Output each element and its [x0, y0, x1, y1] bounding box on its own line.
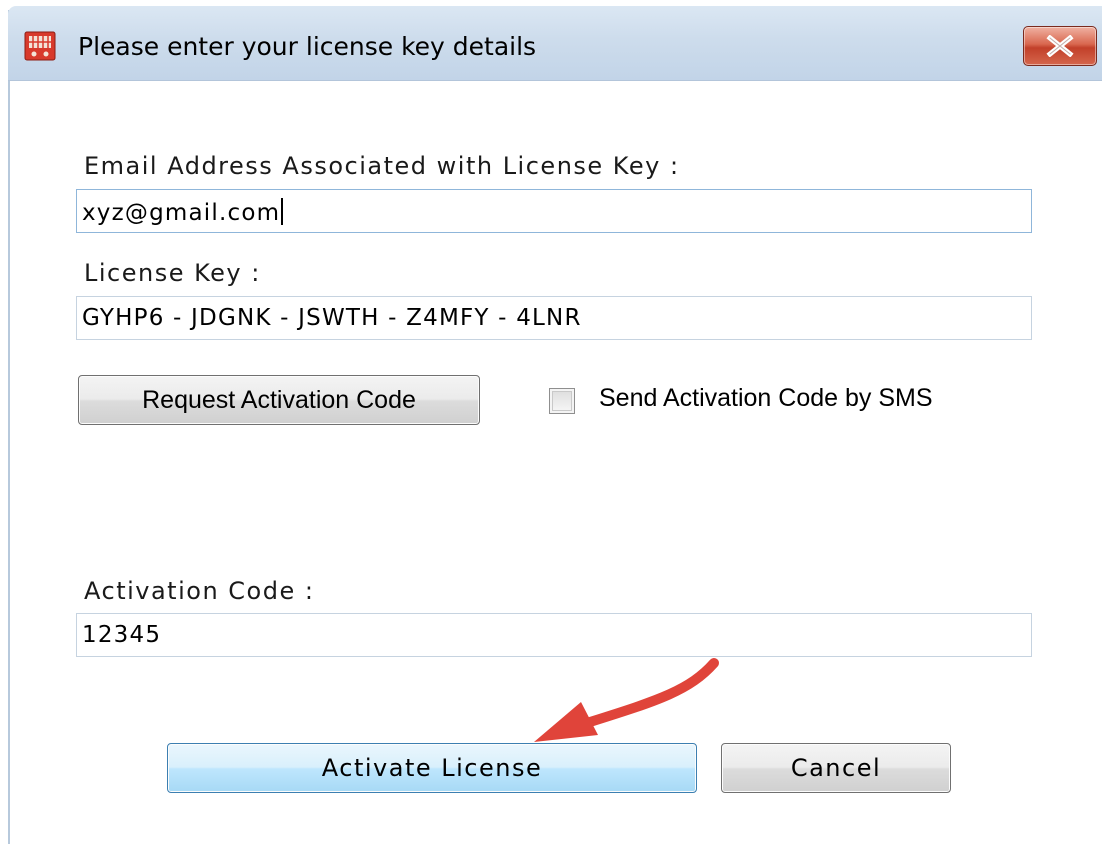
close-icon — [1046, 35, 1074, 57]
license-key-field[interactable]: GYHP6 - JDGNK - JSWTH - Z4MFY - 4LNR — [76, 296, 1032, 340]
title-bar[interactable]: Please enter your license key details — [8, 6, 1102, 81]
email-field[interactable]: xyz@gmail.com — [76, 189, 1032, 233]
dialog-title: Please enter your license key details — [78, 32, 537, 61]
activate-license-button[interactable]: Activate License — [167, 743, 697, 793]
sms-checkbox[interactable] — [549, 388, 575, 414]
license-key-label: License Key : — [84, 259, 261, 287]
text-caret — [281, 198, 284, 225]
window-border — [8, 10, 10, 844]
sms-checkbox-label[interactable]: Send Activation Code by SMS — [599, 384, 933, 413]
email-value: xyz@gmail.com — [82, 198, 284, 226]
activation-code-value: 12345 — [82, 622, 162, 648]
license-key-value: GYHP6 - JDGNK - JSWTH - Z4MFY - 4LNR — [82, 305, 582, 331]
activation-code-field[interactable]: 12345 — [76, 613, 1032, 657]
license-dialog: Please enter your license key details Em… — [0, 0, 1102, 844]
close-button[interactable] — [1023, 26, 1097, 66]
activation-code-label: Activation Code : — [84, 577, 315, 605]
shopping-cart-icon — [24, 31, 56, 61]
email-label: Email Address Associated with License Ke… — [84, 152, 680, 180]
request-activation-code-button[interactable]: Request Activation Code — [78, 375, 480, 425]
cancel-button[interactable]: Cancel — [721, 743, 951, 793]
